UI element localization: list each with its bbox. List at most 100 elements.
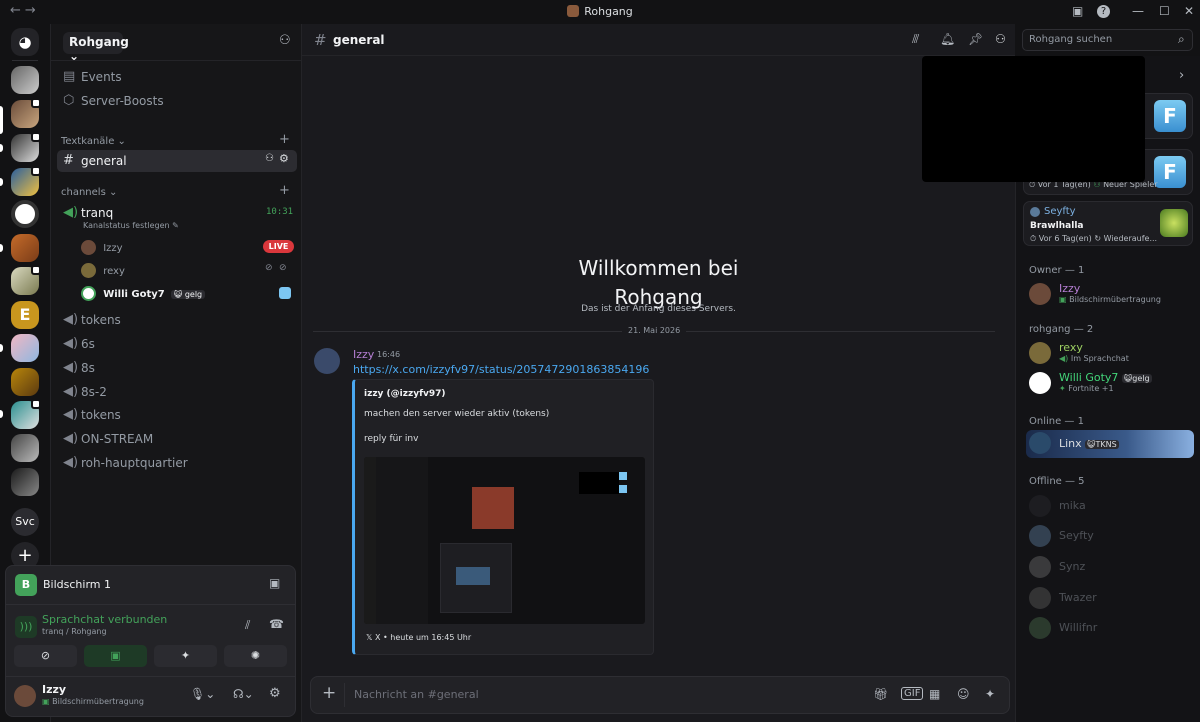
voice-user-willi[interactable]: Willi Goty7 😺 gelg	[81, 286, 291, 301]
create-channel-icon[interactable]: +	[279, 183, 290, 198]
server-icon[interactable]	[11, 468, 39, 496]
speaker-icon: ◀)	[63, 205, 79, 220]
screen-share-button[interactable]: ▣	[84, 645, 147, 667]
attach-plus-icon[interactable]: +	[322, 683, 336, 703]
apps-icon[interactable]: ✦	[985, 687, 995, 701]
noise-suppression-icon[interactable]: ⫽	[245, 618, 250, 633]
search-box[interactable]: Rohgang suchen ⌕	[1022, 29, 1193, 51]
member-linx[interactable]: Linx 😺TKNS	[1026, 430, 1194, 458]
member-mika[interactable]: mika	[1029, 493, 1199, 521]
embed-author[interactable]: izzy (@izzyfv97)	[364, 389, 446, 399]
member-twazer[interactable]: Twazer	[1029, 585, 1199, 613]
voice-user-izzy[interactable]: Izzy LIVE	[81, 240, 294, 255]
embed-screenshot-image[interactable]	[364, 457, 645, 624]
avatar	[1029, 432, 1051, 454]
emoji-icon[interactable]: ☺	[957, 687, 970, 701]
activity-card-seyfty[interactable]: Seyfty Brawlhalla ⏱ Vor 6 Tag(en) ↻ Wied…	[1023, 201, 1193, 246]
close-icon[interactable]: ✕	[1184, 4, 1194, 18]
member-synz[interactable]: Synz	[1029, 554, 1199, 582]
message-link[interactable]: https://x.com/izzyfv97/status/2057472901…	[353, 363, 649, 376]
speaker-icon: ◀)	[63, 431, 79, 446]
server-icon[interactable]	[11, 234, 39, 262]
avatar	[1029, 283, 1051, 305]
server-icon[interactable]	[11, 200, 39, 228]
minimize-icon[interactable]: —	[1132, 4, 1144, 18]
user-avatar[interactable]	[14, 685, 36, 707]
member-willi-goty7[interactable]: Willi Goty7 😺gelg ✦ Fortnite +1	[1029, 370, 1199, 398]
member-seyfty[interactable]: Seyfty	[1029, 523, 1199, 551]
stream-preview-icon[interactable]: B	[15, 574, 37, 596]
member-list-icon[interactable]: ⚇	[995, 32, 1006, 46]
channel-name: tokens	[81, 313, 121, 327]
events-label: Events	[81, 70, 122, 84]
server-name-button[interactable]: Rohgang ⌄	[63, 32, 129, 63]
gift-icon[interactable]: 🎁︎	[873, 687, 888, 701]
user-name[interactable]: Izzy	[42, 683, 66, 696]
message-author[interactable]: Izzy	[353, 348, 374, 361]
date-divider-label: 21. Mai 2026	[622, 326, 687, 335]
maximize-icon[interactable]: ☐	[1159, 4, 1170, 18]
gear-icon[interactable]: ⚙	[279, 152, 289, 165]
voice-channel-8s[interactable]: ◀) 8s	[57, 357, 297, 379]
user-settings-gear-icon[interactable]: ⚙	[269, 686, 281, 701]
member-izzy[interactable]: Izzy ▣ Bildschirmübertragung	[1029, 281, 1199, 309]
server-icon[interactable]	[11, 66, 39, 94]
activity-game: Brawlhalla	[1030, 221, 1084, 231]
headphones-icon[interactable]: ☊⌄	[233, 687, 254, 701]
disconnect-icon[interactable]: ☎	[269, 617, 284, 631]
chevron-right-icon[interactable]: ›	[1179, 68, 1184, 83]
member-rexy[interactable]: rexy ◀) Im Sprachchat	[1029, 340, 1199, 368]
pin-icon[interactable]: 📌︎	[968, 32, 983, 46]
voice-channel-tokens[interactable]: ◀) tokens	[57, 309, 297, 331]
voice-connected-status[interactable]: Sprachchat verbunden	[42, 613, 167, 626]
voice-channel-roh-hauptquartier[interactable]: ◀) roh-hauptquartier	[57, 452, 297, 474]
help-icon[interactable]: ?	[1097, 5, 1110, 18]
category-text-channels[interactable]: Textkanäle ⌄	[61, 136, 126, 147]
server-icon[interactable]: E	[11, 301, 39, 329]
popout-stream-icon[interactable]: ▣	[269, 576, 280, 590]
connection-signal-icon[interactable]: )))	[15, 616, 37, 638]
microphone-icon[interactable]: 🎙⌄	[190, 687, 215, 701]
member-status-text: Bildschirmübertragung	[1069, 295, 1161, 304]
server-icon-svc[interactable]: Svc	[11, 508, 39, 536]
channel-title: general	[333, 33, 385, 47]
sidebar-item-server-boosts[interactable]: ⬡ Server-Boosts	[57, 90, 297, 112]
server-icon[interactable]	[11, 334, 39, 362]
soundboard-button[interactable]: ✺	[224, 645, 287, 667]
voice-location[interactable]: tranq / Rohgang	[42, 627, 107, 636]
window-title-text: Rohgang	[584, 5, 633, 18]
message-input[interactable]: Nachricht an #general	[354, 688, 479, 701]
bell-icon[interactable]: 🔔︎	[940, 32, 955, 46]
group-header-offline: Offline — 5	[1029, 476, 1085, 487]
boost-icon: ⬡	[63, 93, 75, 108]
channel-general[interactable]: # general ⚇ ⚙	[57, 150, 297, 172]
voice-channel-on-stream[interactable]: ◀) ON-STREAM	[57, 428, 297, 450]
voice-channel-8s-2[interactable]: ◀) 8s-2	[57, 381, 297, 403]
discord-home-icon[interactable]: ◕	[11, 28, 39, 56]
gif-icon[interactable]: GIF	[901, 687, 924, 700]
camera-off-button[interactable]: ⊘	[14, 645, 77, 667]
server-icon[interactable]	[11, 368, 39, 396]
sidebar-item-events[interactable]: ▤ Events	[57, 66, 297, 88]
category-channels[interactable]: channels ⌄	[61, 187, 117, 198]
invite-people-icon[interactable]: ⚇	[279, 33, 291, 48]
category-label: Textkanäle	[61, 136, 115, 147]
member-willifnr[interactable]: Willifnr	[1029, 615, 1199, 643]
threads-icon[interactable]: ⫻	[912, 32, 919, 47]
invite-icon[interactable]: ⚇	[265, 153, 274, 164]
speaker-icon: ◀)	[63, 384, 79, 399]
avatar	[81, 286, 96, 301]
activity-user: Seyfty	[1044, 206, 1076, 217]
search-input[interactable]: Rohgang suchen	[1029, 34, 1112, 45]
voice-channel-tokens-2[interactable]: ◀) tokens	[57, 404, 297, 426]
server-icon[interactable]	[11, 434, 39, 462]
voice-channel-6s[interactable]: ◀) 6s	[57, 333, 297, 355]
inbox-icon[interactable]: ▣	[1072, 4, 1083, 18]
voice-status-setter[interactable]: Kanalstatus festlegen ✎	[83, 221, 179, 230]
create-channel-icon[interactable]: +	[279, 132, 290, 147]
sticker-icon[interactable]: ▦	[929, 687, 940, 701]
voice-user-rexy[interactable]: rexy ⊘ ⊘	[81, 263, 287, 278]
message-avatar[interactable]	[314, 348, 340, 374]
member-status-text: Im Sprachchat	[1070, 354, 1129, 363]
activities-button[interactable]: ✦	[154, 645, 217, 667]
